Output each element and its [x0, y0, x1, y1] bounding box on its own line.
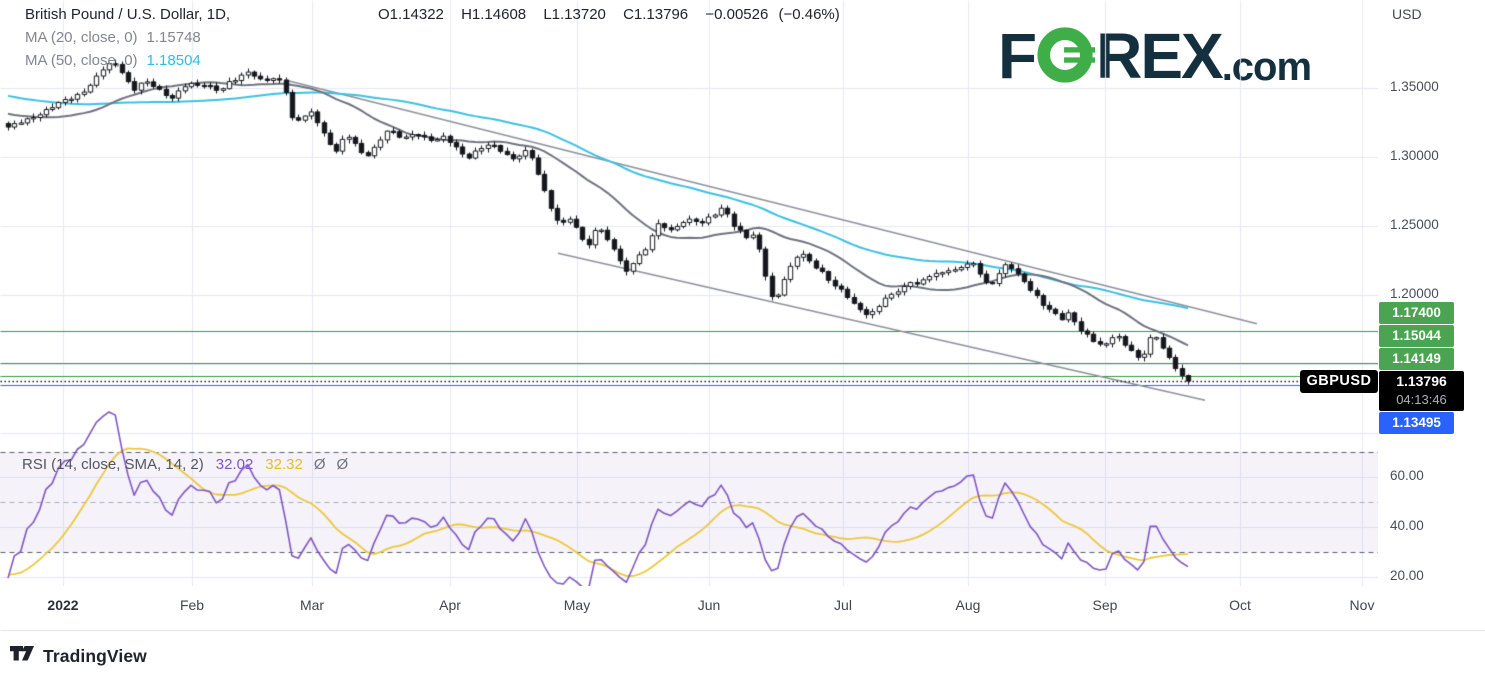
countdown-timer: 04:13:46 — [1379, 391, 1464, 408]
close-value: 1.13796 — [634, 6, 688, 23]
rsi-tick: 60.00 — [1390, 468, 1424, 483]
symbol-price-label: GBPUSD — [1300, 370, 1378, 393]
rsi-ma-value: 32.32 — [265, 456, 303, 473]
ma50-legend[interactable]: MA (50, close, 0) 1.18504 — [25, 49, 230, 72]
current-price: 1.13796 — [1379, 371, 1464, 391]
price-level-box: 1.15044 — [1379, 325, 1454, 347]
rsi-null-2: Ø — [337, 456, 349, 473]
tradingview-icon — [10, 645, 36, 667]
month-label: Apr — [439, 597, 461, 613]
month-label: Feb — [180, 597, 204, 613]
time-axis[interactable]: 2022 Feb Mar Apr May Jun Jul Aug Sep Oct Nov — [0, 586, 1378, 630]
ma50-label: MA (50, close, 0) — [25, 52, 138, 69]
ma50-value: 1.18504 — [147, 52, 201, 69]
open-label: O — [378, 6, 390, 23]
low-label: L — [543, 6, 551, 23]
high-label: H — [461, 6, 472, 23]
open-value: 1.14322 — [390, 6, 444, 23]
month-label: Oct — [1229, 597, 1251, 613]
price-level-box: 1.17400 — [1379, 302, 1454, 324]
price-tick: 1.25000 — [1390, 217, 1439, 232]
month-label: Nov — [1350, 597, 1375, 613]
price-tick: 1.20000 — [1390, 286, 1439, 301]
chart-canvas[interactable] — [0, 0, 1485, 683]
rsi-tick: 40.00 — [1390, 518, 1424, 533]
change-percent: (−0.46%) — [778, 6, 839, 23]
high-value: 1.14608 — [472, 6, 526, 23]
month-label: Aug — [956, 597, 981, 613]
blue-level-box: 1.13495 — [1379, 412, 1454, 434]
tradingview-logo[interactable]: TradingView — [10, 645, 147, 667]
price-tick: 1.30000 — [1390, 148, 1439, 163]
month-label: Mar — [300, 597, 324, 613]
ohlc-row: O1.14322 H1.14608 L1.13720 C1.13796 −0.0… — [378, 4, 853, 26]
rsi-tick: 20.00 — [1390, 568, 1424, 583]
change-value: −0.00526 — [705, 6, 768, 23]
ma20-legend[interactable]: MA (20, close, 0) 1.15748 — [25, 26, 230, 49]
chart-window: F REX .com British Pound / U.S. Dollar, … — [0, 0, 1485, 683]
currency-label: USD — [1392, 6, 1422, 22]
month-label: Jun — [698, 597, 721, 613]
rsi-label: RSI (14, close, SMA, 14, 2) — [22, 456, 204, 473]
rsi-legend[interactable]: RSI (14, close, SMA, 14, 2) 32.02 32.32 ØØ — [22, 456, 348, 473]
close-label: C — [623, 6, 634, 23]
tradingview-wordmark: TradingView — [43, 646, 147, 667]
month-label: Jul — [834, 597, 852, 613]
month-label: Sep — [1093, 597, 1118, 613]
rsi-null-1: Ø — [314, 456, 326, 473]
price-level-box: 1.14149 — [1379, 348, 1454, 370]
ma20-value: 1.15748 — [147, 29, 201, 46]
current-price-box: 1.1379604:13:46 — [1379, 371, 1464, 411]
symbol-legend: British Pound / U.S. Dollar, 1D, O1.1432… — [25, 4, 230, 72]
ma20-label: MA (20, close, 0) — [25, 29, 138, 46]
symbol-title[interactable]: British Pound / U.S. Dollar, 1D, — [25, 4, 230, 26]
month-label: May — [564, 597, 590, 613]
price-axis[interactable]: USD 1.35000 1.30000 1.25000 1.20000 60.00 40.… — [1378, 0, 1485, 630]
rsi-value: 32.02 — [216, 456, 254, 473]
price-tick: 1.35000 — [1390, 79, 1439, 94]
month-label: 2022 — [47, 597, 78, 613]
low-value: 1.13720 — [552, 6, 606, 23]
